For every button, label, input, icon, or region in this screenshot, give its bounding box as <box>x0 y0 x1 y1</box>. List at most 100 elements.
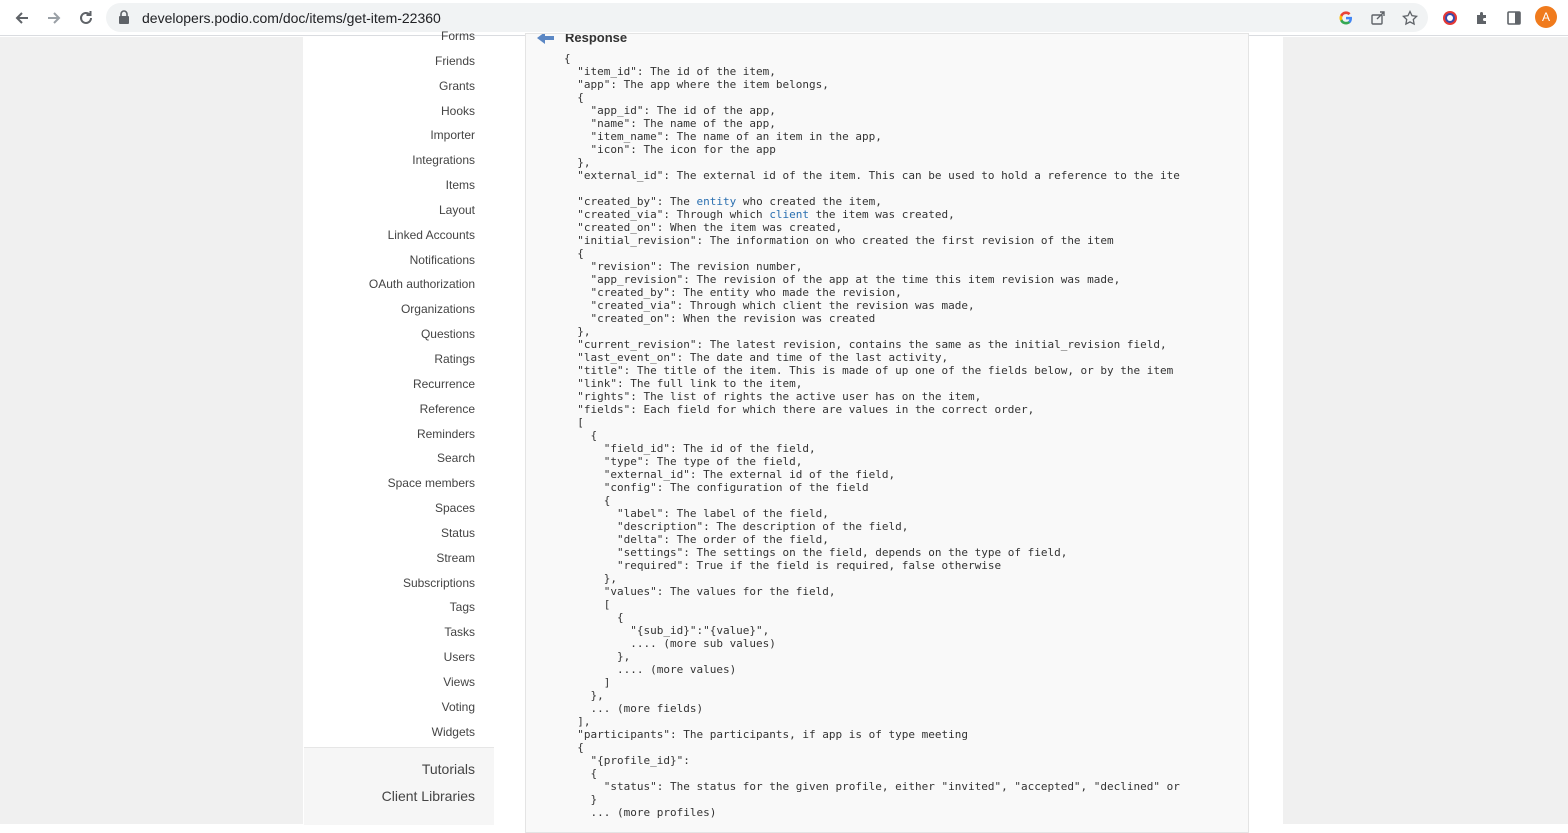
code-text: "config": The configuration of the field <box>564 481 869 494</box>
code-line: }, <box>564 572 1180 585</box>
code-text: } <box>564 793 598 806</box>
sidebar-link-client-libraries[interactable]: Client Libraries <box>382 788 475 804</box>
code-text: "item_name": The name of an item in the … <box>564 130 882 143</box>
share-icon[interactable] <box>1367 7 1389 29</box>
sidebar-item-notifications[interactable]: Notifications <box>369 248 475 273</box>
sidebar-item-organizations[interactable]: Organizations <box>369 297 475 322</box>
page-gutter-left <box>0 37 303 824</box>
code-line: { <box>564 91 1180 104</box>
color-extension-icon[interactable] <box>1436 4 1464 32</box>
forward-arrow-icon[interactable] <box>40 4 68 32</box>
code-text: "created_via": Through which <box>564 208 770 221</box>
google-icon[interactable] <box>1335 7 1357 29</box>
code-line: } <box>564 793 1180 806</box>
sidebar-item-views[interactable]: Views <box>369 670 475 695</box>
reload-icon[interactable] <box>72 4 100 32</box>
code-text: }, <box>564 689 604 702</box>
code-line: "field_id": The id of the field, <box>564 442 1180 455</box>
sidebar-item-widgets[interactable]: Widgets <box>369 720 475 745</box>
code-text: }, <box>564 572 617 585</box>
sidebar-item-recurrence[interactable]: Recurrence <box>369 372 475 397</box>
extensions-puzzle-icon[interactable] <box>1468 4 1496 32</box>
lock-icon[interactable] <box>118 10 130 29</box>
code-line: "item_id": The id of the item, <box>564 65 1180 78</box>
sidebar-item-users[interactable]: Users <box>369 645 475 670</box>
code-line: "external_id": The external id of the it… <box>564 169 1180 182</box>
response-heading: Response <box>565 33 628 45</box>
code-line: "created_via": Through which client the … <box>564 299 1180 312</box>
profile-avatar[interactable]: A <box>1535 6 1557 28</box>
code-text: [ <box>564 416 584 429</box>
code-text: { <box>564 247 584 260</box>
sidebar-item-spaces[interactable]: Spaces <box>369 496 475 521</box>
code-line: "created_by": The entity who made the re… <box>564 286 1180 299</box>
code-line: "description": The description of the fi… <box>564 520 1180 533</box>
sidebar-item-importer[interactable]: Importer <box>369 123 475 148</box>
code-text: "revision": The revision number, <box>564 260 803 273</box>
code-text: "external_id": The external id of the fi… <box>564 468 896 481</box>
code-line: "app_revision": The revision of the app … <box>564 273 1180 286</box>
sidebar-item-integrations[interactable]: Integrations <box>369 148 475 173</box>
side-panel-icon[interactable] <box>1500 4 1528 32</box>
sidebar-item-oauth-authorization[interactable]: OAuth authorization <box>369 272 475 297</box>
code-text: the item was created, <box>809 208 955 221</box>
sidebar-item-hooks[interactable]: Hooks <box>369 99 475 124</box>
code-text: "title": The title of the item. This is … <box>564 364 1174 377</box>
code-text: "created_on": When the revision was crea… <box>564 312 876 325</box>
sidebar-item-subscriptions[interactable]: Subscriptions <box>369 571 475 596</box>
sidebar-item-grants[interactable]: Grants <box>369 74 475 99</box>
sidebar-item-ratings[interactable]: Ratings <box>369 347 475 372</box>
code-text: who created the item, <box>736 195 882 208</box>
sidebar-item-tags[interactable]: Tags <box>369 595 475 620</box>
sidebar-item-linked-accounts[interactable]: Linked Accounts <box>369 223 475 248</box>
sidebar-item-space-members[interactable]: Space members <box>369 471 475 496</box>
code-line: "created_via": Through which client the … <box>564 208 1180 221</box>
sidebar-item-status[interactable]: Status <box>369 521 475 546</box>
code-line: }, <box>564 689 1180 702</box>
sidebar-item-questions[interactable]: Questions <box>369 322 475 347</box>
code-text: "label": The label of the field, <box>564 507 829 520</box>
code-text: "initial_revision": The information on w… <box>564 234 1114 247</box>
code-line: .... (more values) <box>564 663 1180 676</box>
code-link-entity[interactable]: entity <box>696 195 736 208</box>
code-text: "app_revision": The revision of the app … <box>564 273 1121 286</box>
code-line: [ <box>564 416 1180 429</box>
bookmark-star-icon[interactable] <box>1399 7 1421 29</box>
code-line: "created_on": When the item was created, <box>564 221 1180 234</box>
code-text: "created_via": Through which client the … <box>564 299 975 312</box>
code-text: ], <box>564 715 591 728</box>
sidebar-item-friends[interactable]: Friends <box>369 49 475 74</box>
sidebar-item-search[interactable]: Search <box>369 446 475 471</box>
code-line: "status": The status for the given profi… <box>564 780 1180 793</box>
code-line: "created_by": The entity who created the… <box>564 195 1180 208</box>
sidebar-item-forms[interactable]: Forms <box>369 24 475 49</box>
code-line: "revision": The revision number, <box>564 260 1180 273</box>
code-line: .... (more sub values) <box>564 637 1180 650</box>
code-link-client[interactable]: client <box>769 208 809 221</box>
sidebar-item-stream[interactable]: Stream <box>369 546 475 571</box>
code-text: { <box>564 767 598 780</box>
code-line: "rights": The list of rights the active … <box>564 390 1180 403</box>
sidebar-item-voting[interactable]: Voting <box>369 695 475 720</box>
sidebar-item-layout[interactable]: Layout <box>369 198 475 223</box>
code-line: "title": The title of the item. This is … <box>564 364 1180 377</box>
code-line: }, <box>564 156 1180 169</box>
code-line: "last_event_on": The date and time of th… <box>564 351 1180 364</box>
sidebar-item-reminders[interactable]: Reminders <box>369 422 475 447</box>
code-text: }, <box>564 650 631 663</box>
code-text: "required": True if the field is require… <box>564 559 1002 572</box>
sidebar-item-reference[interactable]: Reference <box>369 397 475 422</box>
sidebar-link-tutorials[interactable]: Tutorials <box>422 761 475 777</box>
sidebar-item-items[interactable]: Items <box>369 173 475 198</box>
code-text: { <box>564 429 598 442</box>
sidebar-item-tasks[interactable]: Tasks <box>369 620 475 645</box>
code-line: { <box>564 741 1180 754</box>
code-line: }, <box>564 650 1180 663</box>
back-arrow-icon[interactable] <box>8 4 36 32</box>
code-line: "name": The name of the app, <box>564 117 1180 130</box>
code-text: "name": The name of the app, <box>564 117 776 130</box>
code-text: "{profile_id}": <box>564 754 690 767</box>
address-bar[interactable]: developers.podio.com/doc/items/get-item-… <box>106 3 1428 32</box>
code-line: [ <box>564 598 1180 611</box>
